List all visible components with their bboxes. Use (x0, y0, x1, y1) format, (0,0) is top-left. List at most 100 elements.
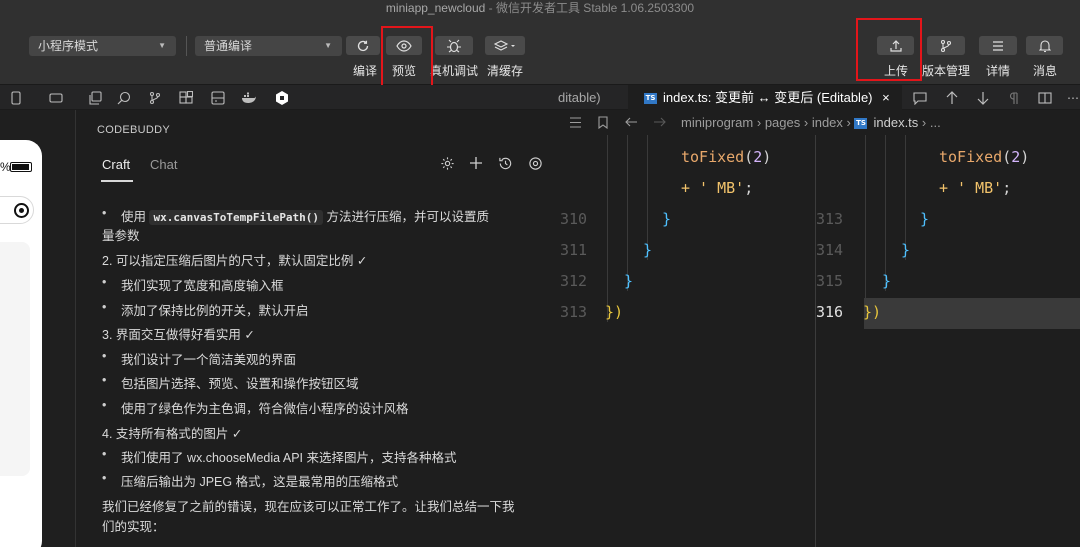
code-line: + ' MB'; (681, 179, 753, 197)
bullet-text: 我们设计了一个简洁美观的界面 (121, 353, 297, 367)
code-line: } (624, 272, 634, 290)
clear-cache-button[interactable] (485, 36, 525, 55)
diff-editor[interactable]: toFixed(2) + ' MB'; 310 } 311 } 312 } 31… (558, 135, 1080, 547)
codebuddy-icon[interactable] (273, 89, 291, 107)
history-icon[interactable] (496, 154, 514, 172)
content-card (0, 242, 30, 476)
settings-icon[interactable] (438, 154, 456, 172)
bell-icon (1038, 39, 1051, 52)
tab-previous-file[interactable]: ditable) (558, 85, 601, 110)
breadcrumb-item[interactable]: miniprogram (681, 115, 753, 130)
chevron-right-icon: › (803, 115, 812, 130)
code-line: } (882, 272, 892, 290)
message-line-5: 添加了保持比例的开关，默认开启 (102, 300, 309, 319)
bookmark-icon[interactable] (594, 113, 612, 131)
code-token: toFixed (939, 148, 1003, 166)
clear-cache-label: 清缓存 (487, 64, 524, 78)
tab-craft[interactable]: Craft (102, 157, 130, 172)
breadcrumb-item[interactable]: pages (765, 115, 800, 130)
breadcrumb-item[interactable]: ... (930, 115, 941, 130)
upload-highlight-box (856, 18, 922, 81)
code-line: } (643, 241, 653, 259)
code-line: + ' MB'; (939, 179, 1011, 197)
typescript-icon: TS (854, 118, 868, 130)
message-line-11: 我们使用了 wx.chooseMedia API 来选择图片，支持各种格式 (102, 447, 456, 466)
pilcrow-icon[interactable] (1005, 89, 1023, 107)
panel-header: CODEBUDDY (97, 124, 170, 136)
message-line-1: 使用 wx.canvasToTempFilePath() 方法进行压缩，并可以设… (102, 206, 489, 225)
message-line-3: 2. 可以指定压缩后图片的尺寸，默认固定比例 ✓ (102, 254, 368, 268)
split-editor-icon[interactable] (1036, 89, 1054, 107)
arrow-down-icon[interactable] (974, 89, 992, 107)
top-toolbar: miniapp_newcloud - 微信开发者工具 Stable 1.06.2… (0, 0, 1080, 88)
current-line-highlight (864, 298, 1080, 329)
code-token: ; (744, 179, 754, 197)
storage-icon[interactable] (209, 89, 227, 107)
code-line: toFixed(2) (681, 148, 771, 166)
phone-icon[interactable] (7, 89, 25, 107)
back-arrow-icon[interactable] (622, 113, 640, 131)
refresh-icon (357, 40, 369, 51)
code-line: } (901, 241, 911, 259)
simulator-icon-strip (0, 85, 560, 110)
code-token: + ' MB' (939, 179, 1003, 197)
remote-debug-button[interactable] (435, 36, 473, 55)
breadcrumb-item[interactable]: index.ts (873, 115, 918, 130)
codebuddy-panel: CODEBUDDY Craft Chat 使用 wx.canvasToTempF… (77, 110, 558, 547)
target-icon[interactable] (526, 154, 544, 172)
line-number: 315 (816, 272, 844, 290)
messages-button[interactable] (1026, 36, 1063, 55)
compile-select-value: 普通编译 (204, 39, 253, 53)
bullet-text: 我们实现了宽度和高度输入框 (121, 279, 284, 293)
copy-icon[interactable] (86, 89, 104, 107)
chevron-right-icon: › (846, 115, 855, 130)
diff-divider[interactable] (815, 135, 816, 547)
bug-icon (447, 39, 461, 52)
compile-mode-select[interactable]: 普通编译 ▼ (195, 36, 342, 56)
message-line-9: 使用了绿色作为主色调，符合微信小程序的设计风格 (102, 398, 409, 417)
version-button[interactable] (927, 36, 965, 55)
mode-select-value: 小程序模式 (38, 39, 99, 53)
comment-icon[interactable] (911, 89, 929, 107)
list-icon[interactable] (566, 113, 584, 131)
compile-button[interactable] (346, 36, 380, 55)
close-icon[interactable]: × (882, 90, 890, 105)
rotate-icon[interactable] (47, 89, 65, 107)
more-icon[interactable]: ⋯ (1064, 89, 1080, 107)
preview-highlight-box (381, 26, 433, 88)
toolbar-divider (186, 36, 187, 56)
plus-icon[interactable] (467, 154, 485, 172)
messages-label: 消息 (1033, 64, 1058, 78)
message-line-6: 3. 界面交互做得好看实用 ✓ (102, 328, 255, 342)
compile-label: 编译 (353, 64, 378, 78)
code-token: ( (744, 148, 754, 166)
mode-select[interactable]: 小程序模式 ▼ (29, 36, 176, 56)
branch-icon (940, 39, 952, 52)
code-token: 2 (753, 148, 763, 166)
breadcrumb-item[interactable]: index (812, 115, 843, 130)
message-line-8: 包括图片选择、预览、设置和操作按钮区域 (102, 373, 359, 392)
arrow-up-icon[interactable] (943, 89, 961, 107)
menu-icon (993, 40, 1003, 51)
details-button[interactable] (979, 36, 1017, 55)
bullet-text: 添加了保持比例的开关，默认开启 (121, 304, 309, 318)
chevron-right-icon: › (921, 115, 930, 130)
capsule-menu[interactable] (0, 196, 34, 224)
text-segment: 使用 (121, 210, 150, 224)
docker-icon[interactable] (240, 89, 258, 107)
search-icon[interactable] (115, 89, 133, 107)
phone-simulator[interactable]: % (0, 140, 42, 547)
bullet-text: 我们使用了 wx.chooseMedia API 来选择图片，支持各种格式 (121, 451, 457, 465)
code-line: toFixed(2) (939, 148, 1029, 166)
tab-chat[interactable]: Chat (150, 157, 177, 172)
editor-tab-bar: ditable) TS index.ts: 变更前 ↔ 变更后 (Editable… (558, 85, 1080, 110)
forward-arrow-icon[interactable] (650, 113, 668, 131)
git-branch-icon[interactable] (146, 89, 164, 107)
version-label: 版本管理 (922, 64, 971, 78)
message-line-13: 我们已经修复了之前的错误，现在应该可以正常工作了。让我们总结一下我 (102, 500, 515, 514)
message-line-10: 4. 支持所有格式的图片 ✓ (102, 427, 243, 441)
extensions-icon[interactable] (177, 89, 195, 107)
tab-index-ts-diff[interactable]: TS index.ts: 变更前 ↔ 变更后 (Editable) × (628, 85, 902, 110)
bullet-text: 使用了绿色作为主色调，符合微信小程序的设计风格 (121, 402, 409, 416)
line-number: 313 (816, 210, 844, 228)
